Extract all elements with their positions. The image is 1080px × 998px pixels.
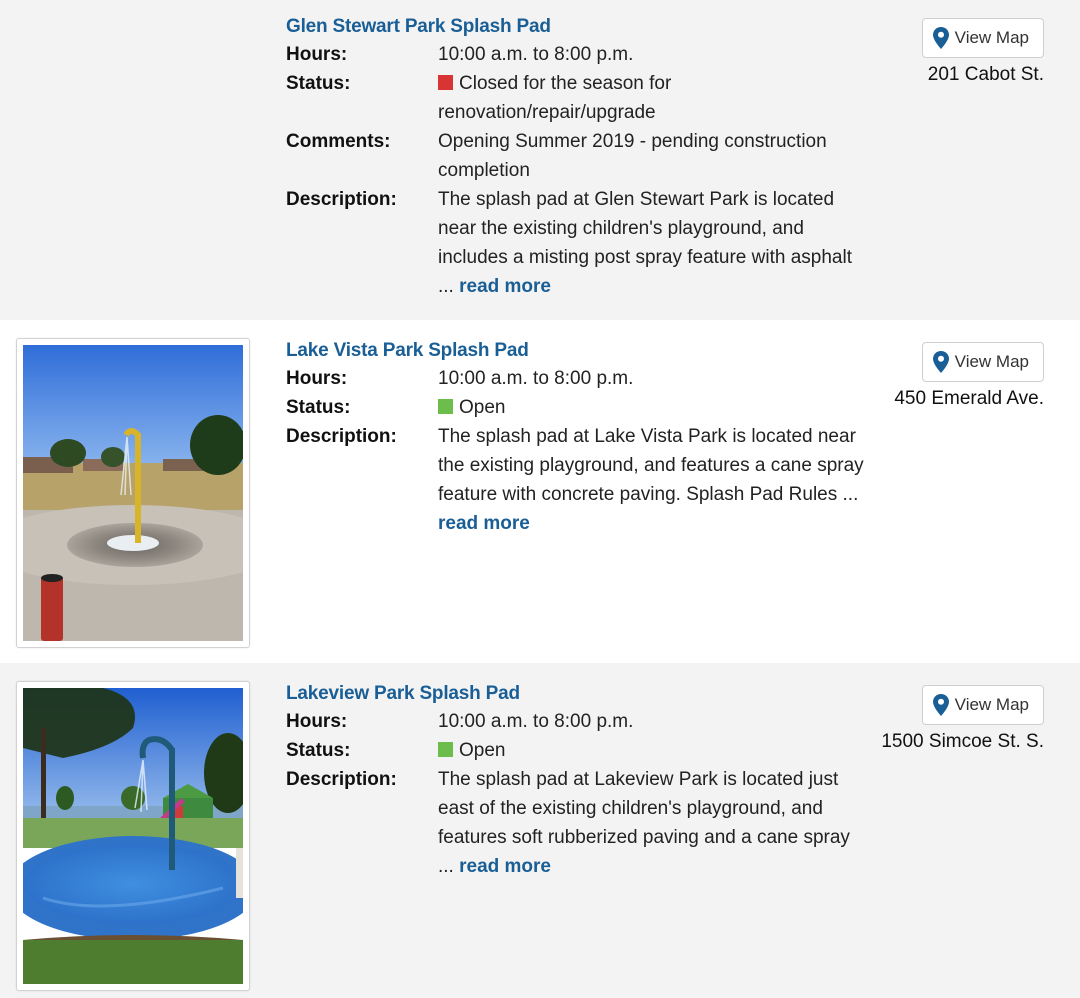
status-row: Status: Open bbox=[286, 736, 866, 765]
description-label: Description: bbox=[286, 769, 397, 790]
listing-photo-frame[interactable] bbox=[16, 338, 250, 648]
view-map-button[interactable]: View Map bbox=[921, 685, 1044, 725]
status-label: Status: bbox=[286, 740, 351, 761]
description-label: Description: bbox=[286, 189, 397, 210]
description-value: The splash pad at Lakeview Park is locat… bbox=[438, 765, 866, 881]
address: 450 Emerald Ave. bbox=[894, 388, 1044, 409]
hours-label: Hours: bbox=[286, 711, 348, 732]
hours-row: Hours: 10:00 a.m. to 8:00 p.m. bbox=[286, 707, 866, 736]
comments-row: Comments: Opening Summer 2019 - pending … bbox=[286, 127, 866, 185]
map-column: View Map 1500 Simcoe St. S. bbox=[874, 685, 1044, 756]
status-value: Closed for the season for renovation/rep… bbox=[438, 69, 866, 127]
status-value: Open bbox=[438, 393, 866, 422]
listing-info: Lake Vista Park Splash Pad Hours: 10:00 … bbox=[286, 338, 866, 538]
status-label: Status: bbox=[286, 397, 351, 418]
hours-value: 10:00 a.m. to 8:00 p.m. bbox=[438, 368, 634, 389]
status-text: Closed for the season for renovation/rep… bbox=[438, 73, 672, 123]
read-more-link[interactable]: read more bbox=[438, 513, 530, 534]
description-value: The splash pad at Glen Stewart Park is l… bbox=[438, 185, 866, 301]
map-pin-icon bbox=[932, 694, 949, 716]
listing-photo-frame[interactable] bbox=[16, 681, 250, 991]
listing-lake-vista: Lake Vista Park Splash Pad Hours: 10:00 … bbox=[0, 320, 1080, 663]
hours-value: 10:00 a.m. to 8:00 p.m. bbox=[438, 711, 634, 732]
comments-value: Opening Summer 2019 - pending constructi… bbox=[438, 131, 827, 181]
address: 201 Cabot St. bbox=[927, 64, 1044, 85]
listing-info: Glen Stewart Park Splash Pad Hours: 10:0… bbox=[286, 14, 866, 301]
listing-info: Lakeview Park Splash Pad Hours: 10:00 a.… bbox=[286, 681, 866, 881]
hours-row: Hours: 10:00 a.m. to 8:00 p.m. bbox=[286, 364, 866, 393]
status-row: Status: Closed for the season for renova… bbox=[286, 69, 866, 127]
description-value: The splash pad at Lake Vista Park is loc… bbox=[438, 422, 866, 538]
listing-lakeview: Lakeview Park Splash Pad Hours: 10:00 a.… bbox=[0, 663, 1080, 998]
listing-title-link[interactable]: Lakeview Park Splash Pad bbox=[286, 681, 866, 707]
view-map-button[interactable]: View Map bbox=[921, 18, 1044, 58]
splash-pad-photo bbox=[23, 345, 243, 641]
listing-title-link[interactable]: Lake Vista Park Splash Pad bbox=[286, 338, 866, 364]
hours-value: 10:00 a.m. to 8:00 p.m. bbox=[438, 44, 634, 65]
description-label: Description: bbox=[286, 426, 397, 447]
description-row: Description: The splash pad at Glen Stew… bbox=[286, 185, 866, 301]
comments-label: Comments: bbox=[286, 131, 391, 152]
map-pin-icon bbox=[932, 27, 949, 49]
view-map-label: View Map bbox=[954, 695, 1029, 714]
description-row: Description: The splash pad at Lakeview … bbox=[286, 765, 866, 881]
hours-row: Hours: 10:00 a.m. to 8:00 p.m. bbox=[286, 40, 866, 69]
listing-title-link[interactable]: Glen Stewart Park Splash Pad bbox=[286, 14, 866, 40]
address: 1500 Simcoe St. S. bbox=[881, 731, 1044, 752]
view-map-button[interactable]: View Map bbox=[921, 342, 1044, 382]
read-more-link[interactable]: read more bbox=[459, 276, 551, 297]
status-value: Open bbox=[438, 736, 866, 765]
description-text: The splash pad at Lake Vista Park is loc… bbox=[438, 426, 864, 505]
map-column: View Map 450 Emerald Ave. bbox=[874, 342, 1044, 413]
status-label: Status: bbox=[286, 73, 351, 94]
view-map-label: View Map bbox=[954, 28, 1029, 47]
red-square-icon bbox=[438, 75, 453, 90]
status-text: Open bbox=[459, 397, 506, 418]
hours-label: Hours: bbox=[286, 368, 348, 389]
listing-glen-stewart: Glen Stewart Park Splash Pad Hours: 10:0… bbox=[0, 0, 1080, 320]
description-row: Description: The splash pad at Lake Vist… bbox=[286, 422, 866, 538]
green-square-icon bbox=[438, 742, 453, 757]
view-map-label: View Map bbox=[954, 352, 1029, 371]
splash-pad-photo bbox=[23, 688, 243, 984]
status-row: Status: Open bbox=[286, 393, 866, 422]
green-square-icon bbox=[438, 399, 453, 414]
hours-label: Hours: bbox=[286, 44, 348, 65]
read-more-link[interactable]: read more bbox=[459, 856, 551, 877]
status-text: Open bbox=[459, 740, 506, 761]
map-pin-icon bbox=[932, 351, 949, 373]
map-column: View Map 201 Cabot St. bbox=[874, 18, 1044, 89]
